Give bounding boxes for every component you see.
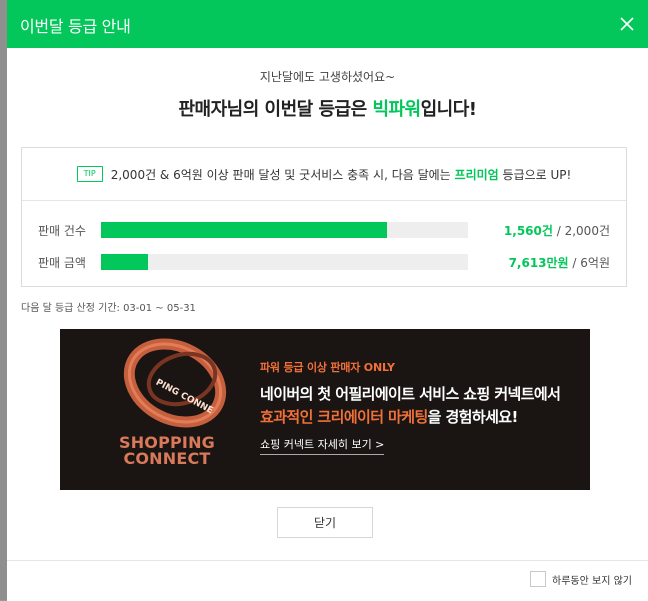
promo-headline-line2: 효과적인 크리에이터 마케팅을 경험하세요!: [260, 406, 518, 427]
greeting-text: 지난달에도 고생하셨어요~: [259, 70, 396, 84]
shopping-connect-wordmark: SHOPPING CONNECT: [112, 435, 222, 467]
sales-count-progress-track: [101, 222, 468, 238]
sales-amount-progress-fill: [101, 254, 148, 270]
metric-value: 7,613만원 / 6억원: [509, 254, 610, 271]
metric-target: / 2,000건: [552, 224, 610, 238]
tip-highlight: 프리미엄: [454, 167, 499, 182]
modal-title: 이번달 등급 안내: [20, 17, 131, 36]
grade-name: 빅파워: [372, 99, 421, 120]
sales-count-row: 판매 건수 1,560건 / 2,000건: [22, 220, 626, 240]
grade-progress-box: TIP 2,000건 & 6억원 이상 판매 달성 및 굿서비스 충족 시, 다…: [21, 147, 627, 287]
headline-suffix: 입니다!: [420, 99, 477, 120]
ring-text: PING CONNE: [154, 378, 215, 417]
hide-today-option[interactable]: 하루동안 보지 않기: [530, 571, 632, 587]
metric-label: 판매 금액: [38, 256, 86, 270]
tip-text-before: 2,000건 & 6억원 이상 판매 달성 및 굿서비스 충족 시, 다음 달에…: [110, 167, 455, 182]
grade-notice-modal: 이번달 등급 안내 지난달에도 고생하셨어요~ 판매자님의 이번달 등급은 빅파…: [7, 0, 648, 601]
promo-tag: 파워 등급 이상 판매자 ONLY: [260, 361, 395, 374]
grade-headline: 판매자님의 이번달 등급은 빅파워입니다!: [7, 95, 648, 121]
hide-today-checkbox[interactable]: [530, 571, 547, 587]
metric-label: 판매 건수: [38, 224, 86, 238]
shopping-connect-detail-link[interactable]: 쇼핑 커넥트 자세히 보기 >: [260, 436, 385, 455]
sales-amount-row: 판매 금액 7,613만원 / 6억원: [22, 252, 626, 272]
tip-badge: TIP: [76, 166, 103, 182]
sales-amount-progress-track: [101, 254, 468, 270]
modal-header: 이번달 등급 안내: [7, 0, 648, 48]
promo-accent: 효과적인 크리에이터 마케팅: [260, 408, 428, 426]
promo-headline-line1: 네이버의 첫 어필리에이트 서비스 쇼핑 커넥트에서: [260, 385, 561, 403]
shopping-connect-ring-logo: PING CONNE: [123, 338, 227, 428]
metric-target: / 6억원: [568, 256, 610, 270]
promo-rest: 을 경험하세요!: [427, 408, 519, 426]
tip-row: TIP 2,000건 & 6억원 이상 판매 달성 및 굿서비스 충족 시, 다…: [22, 148, 626, 201]
sales-count-progress-fill: [101, 222, 388, 238]
metric-value: 1,560건 / 2,000건: [504, 222, 610, 239]
grade-period-text: 다음 달 등급 산정 기간: 03-01 ~ 05-31: [21, 303, 196, 314]
close-button[interactable]: 닫기: [277, 507, 373, 538]
tip-text-after: 등급으로 UP!: [498, 167, 572, 182]
metric-current: 1,560건: [503, 224, 553, 238]
metric-current: 7,613만원: [508, 256, 569, 270]
tip-text: 2,000건 & 6억원 이상 판매 달성 및 굿서비스 충족 시, 다음 달에…: [111, 166, 572, 183]
shopping-connect-banner[interactable]: PING CONNE SHOPPING CONNECT 파워 등급 이상 판매자…: [60, 329, 590, 490]
modal-footer: 하루동안 보지 않기: [7, 560, 648, 601]
hide-today-label: 하루동안 보지 않기: [552, 575, 632, 587]
close-icon[interactable]: [619, 16, 635, 32]
brand-line: CONNECT: [123, 449, 211, 468]
headline-prefix: 판매자님의 이번달 등급은: [178, 99, 373, 120]
